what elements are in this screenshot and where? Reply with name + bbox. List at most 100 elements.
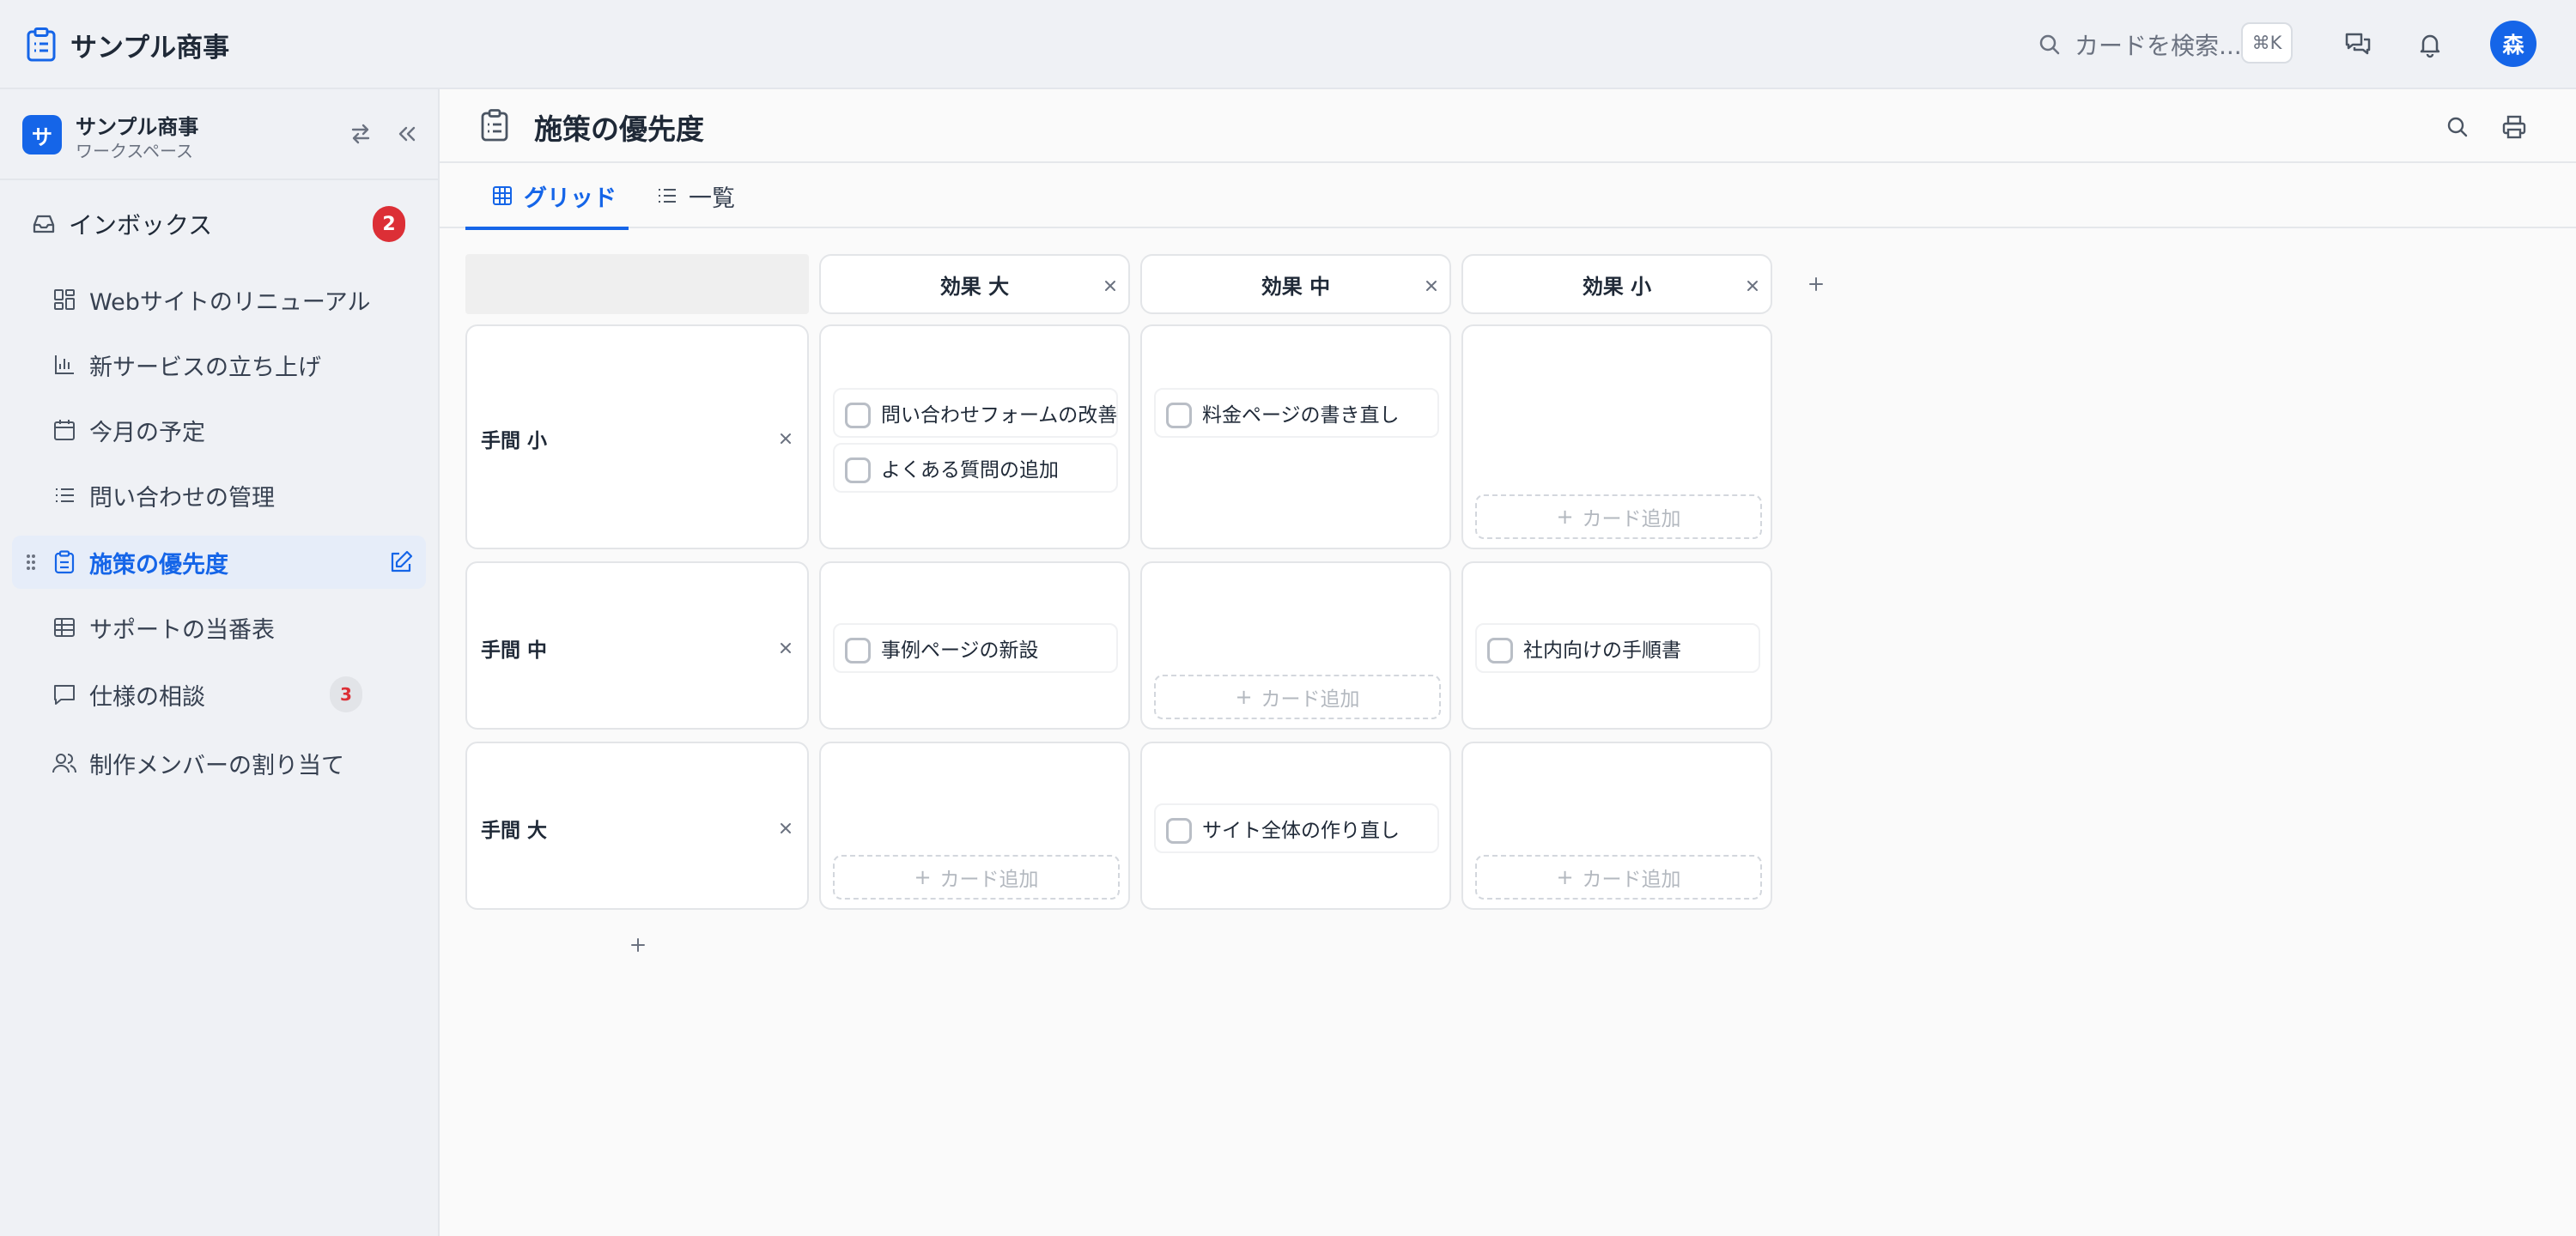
card[interactable]: 事例ページの新設 <box>833 623 1118 673</box>
card-checkbox[interactable] <box>1487 638 1513 663</box>
card[interactable]: よくある質問の追加 <box>833 443 1118 493</box>
card[interactable]: サイト全体の作り直し <box>1154 803 1439 853</box>
grid-cell[interactable]: 料金ページの書き直し <box>1140 324 1451 549</box>
sidebar-item-member-assignment[interactable]: 制作メンバーの割り当て <box>12 736 426 790</box>
card-checkbox[interactable] <box>845 638 871 663</box>
sidebar-item-new-service[interactable]: 新サービスの立ち上げ <box>12 338 426 391</box>
card[interactable]: 社内向けの手順書 <box>1475 623 1760 673</box>
add-card-label: カード追加 <box>1261 688 1360 711</box>
close-icon[interactable] <box>1422 276 1441 295</box>
chat-bubbles-icon <box>2345 33 2371 55</box>
sidebar-item-spec-discussion[interactable]: 仕様の相談 3 <box>12 668 426 721</box>
edit-icon[interactable] <box>386 548 416 577</box>
tab-label: グリッド <box>524 185 617 212</box>
page-title: 施策の優先度 <box>534 112 704 146</box>
sidebar-item-label: サポートの当番表 <box>89 616 275 644</box>
column-header-medium-impact[interactable]: 効果 中 <box>1140 254 1451 314</box>
workspace-switcher[interactable]: サ サンプル商事 ワークスペース <box>0 89 438 180</box>
add-plus: + <box>1235 685 1253 709</box>
sidebar-item-inbox[interactable]: インボックス 2 <box>12 197 426 251</box>
close-icon[interactable] <box>1743 276 1762 295</box>
card-checkbox[interactable] <box>1166 403 1192 428</box>
dashboard-icon <box>54 289 75 310</box>
sidebar-item-support-rota[interactable]: サポートの当番表 <box>12 601 426 654</box>
card-checkbox[interactable] <box>1166 818 1192 844</box>
add-card-button[interactable]: + カード追加 <box>833 855 1120 900</box>
search-icon <box>2039 34 2060 55</box>
clipboard-icon <box>481 109 508 142</box>
close-icon[interactable] <box>776 819 795 838</box>
bell-icon <box>2420 34 2440 58</box>
row-header-low-effort[interactable]: 手間 小 <box>465 324 809 549</box>
list-icon <box>56 488 74 502</box>
row-label: 手間 大 <box>481 820 548 842</box>
grid-cell[interactable]: + カード追加 <box>1140 561 1451 730</box>
row-label: 手間 中 <box>481 639 548 662</box>
search-placeholder: カードを検索... <box>2075 32 2242 60</box>
add-card-button[interactable]: + カード追加 <box>1154 675 1441 719</box>
messages-button[interactable] <box>2337 24 2379 65</box>
card-title: 料金ページの書き直し <box>1202 404 1400 427</box>
page-search-button[interactable] <box>2440 110 2475 144</box>
row-header-high-effort[interactable]: 手間 大 <box>465 742 809 910</box>
add-card-button[interactable]: + カード追加 <box>1475 494 1762 539</box>
sidebar-item-label: Webサイトのリニューアル <box>89 288 371 316</box>
search-icon <box>2447 117 2468 137</box>
card-title: 社内向けの手順書 <box>1523 639 1681 662</box>
tab-list[interactable]: 一覧 <box>656 163 776 228</box>
grid-cell[interactable]: サイト全体の作り直し <box>1140 742 1451 910</box>
card[interactable]: 料金ページの書き直し <box>1154 388 1439 438</box>
close-icon[interactable] <box>776 639 795 657</box>
close-icon[interactable] <box>1101 276 1120 295</box>
card-title: サイト全体の作り直し <box>1202 820 1400 842</box>
card-checkbox[interactable] <box>845 403 871 428</box>
add-card-button[interactable]: + カード追加 <box>1475 855 1762 900</box>
grid-cell[interactable]: + カード追加 <box>1461 324 1772 549</box>
column-header-high-impact[interactable]: 効果 大 <box>819 254 1130 314</box>
column-label: 効果 小 <box>1582 274 1652 299</box>
row-header-medium-effort[interactable]: 手間 中 <box>465 561 809 730</box>
sidebar-item-inquiries[interactable]: 問い合わせの管理 <box>12 469 426 522</box>
printer-icon <box>2502 115 2526 139</box>
card-title: 問い合わせフォームの改善 <box>881 404 1118 427</box>
clipboard-icon <box>54 550 75 574</box>
grid-cell[interactable]: 事例ページの新設 <box>819 561 1130 730</box>
workspace-name: サンプル商事 <box>76 115 199 139</box>
search-shortcut-badge: ⌘K <box>2241 22 2293 64</box>
chevrons-left-icon <box>398 126 416 142</box>
tab-grid[interactable]: グリッド <box>465 163 629 230</box>
grid-cell[interactable]: + カード追加 <box>819 742 1130 910</box>
print-button[interactable] <box>2497 110 2531 144</box>
notifications-button[interactable] <box>2409 24 2451 65</box>
drag-handle-icon[interactable] <box>24 549 38 575</box>
user-avatar[interactable]: 森 <box>2490 21 2537 67</box>
sidebar-item-monthly-schedule[interactable]: 今月の予定 <box>12 403 426 457</box>
add-column-icon[interactable] <box>1805 273 1827 295</box>
switch-workspace-button[interactable] <box>343 117 378 151</box>
top-bar: サンプル商事 カードを検索... ⌘K 森 <box>0 0 2576 89</box>
add-row-icon[interactable] <box>627 934 649 956</box>
card[interactable]: 問い合わせフォームの改善 <box>833 388 1118 438</box>
sidebar-item-label: 問い合わせの管理 <box>89 484 275 512</box>
view-tabs: グリッド 一覧 <box>440 163 2576 230</box>
collapse-sidebar-button[interactable] <box>390 117 424 151</box>
column-label: 効果 大 <box>939 274 1010 299</box>
inbox-icon <box>33 215 55 233</box>
workspace-logo: サ <box>22 115 62 154</box>
workspace-subtitle: ワークスペース <box>76 141 193 161</box>
column-label: 効果 中 <box>1261 274 1331 299</box>
users-icon <box>52 754 76 773</box>
grid-cell[interactable]: 社内向けの手順書 <box>1461 561 1772 730</box>
search-input[interactable]: カードを検索... <box>2037 22 2242 67</box>
sidebar-item-initiative-priority[interactable]: 施策の優先度 <box>12 536 426 589</box>
card-checkbox[interactable] <box>845 457 871 483</box>
grid-cell[interactable]: + カード追加 <box>1461 742 1772 910</box>
column-header-low-impact[interactable]: 効果 小 <box>1461 254 1772 314</box>
calendar-icon <box>54 420 75 440</box>
sidebar-item-label: 新サービスの立ち上げ <box>89 354 321 381</box>
card-title: よくある質問の追加 <box>881 459 1059 482</box>
close-icon[interactable] <box>776 429 795 448</box>
grid-cell[interactable]: 問い合わせフォームの改善 よくある質問の追加 <box>819 324 1130 549</box>
tab-label: 一覧 <box>689 185 735 212</box>
sidebar-item-website-renewal[interactable]: Webサイトのリニューアル <box>12 273 426 326</box>
